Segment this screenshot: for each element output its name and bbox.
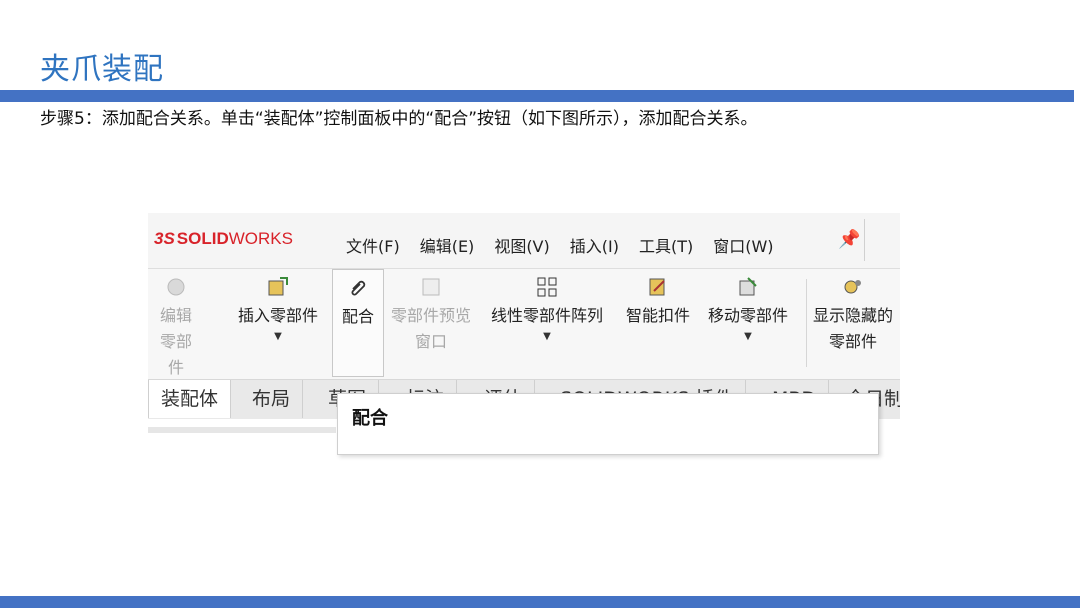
dropdown-arrow-icon[interactable]: ▼ xyxy=(698,331,798,342)
menu-divider xyxy=(864,219,865,261)
preview-window-icon xyxy=(422,278,440,296)
title-divider-bar xyxy=(0,90,1074,102)
dropdown-arrow-icon[interactable]: ▼ xyxy=(480,331,614,342)
command-manager: 编辑零部件 插入零部件 ▼ 配合 零部件预览窗口 线性零部件阵列 ▼ 智能扣件 xyxy=(148,269,900,379)
menu-file[interactable]: 文件(F) xyxy=(346,233,400,257)
footer-bar xyxy=(0,596,1080,608)
paperclip-icon xyxy=(351,280,366,296)
main-menu: 文件(F) 编辑(E) 视图(V) 插入(I) 工具(T) 窗口(W) xyxy=(346,233,774,257)
dropdown-arrow-icon[interactable]: ▼ xyxy=(228,331,328,342)
ds-logo-icon: 3S xyxy=(154,229,175,248)
menu-bar: 3S SOLID WORKS 文件(F) 编辑(E) 视图(V) 插入(I) 工… xyxy=(148,213,900,269)
mate-button[interactable]: 配合 xyxy=(332,269,384,377)
step-instruction: 步骤5：添加配合关系。单击“装配体”控制面板中的“配合”按钮（如下图所示），添加… xyxy=(40,109,758,129)
menu-view[interactable]: 视图(V) xyxy=(494,233,549,257)
menu-window[interactable]: 窗口(W) xyxy=(713,233,773,257)
edit-component-icon xyxy=(167,278,185,296)
linear-pattern-icon xyxy=(537,277,557,297)
show-hidden-icon xyxy=(844,280,861,294)
pin-icon[interactable]: 📌 xyxy=(838,229,860,250)
linear-pattern-button[interactable]: 线性零部件阵列 ▼ xyxy=(480,275,614,342)
insert-components-icon xyxy=(268,277,288,296)
menu-tools[interactable]: 工具(T) xyxy=(639,233,693,257)
menu-edit[interactable]: 编辑(E) xyxy=(420,233,475,257)
insert-components-button[interactable]: 插入零部件 ▼ xyxy=(228,275,328,342)
tooltip-title: 配合 xyxy=(352,408,388,429)
smart-fasteners-icon xyxy=(649,278,665,296)
panel-divider xyxy=(148,427,336,433)
tab-assembly[interactable]: 装配体 xyxy=(148,380,232,418)
move-component-icon xyxy=(739,277,757,296)
tab-layout[interactable]: 布局 xyxy=(240,380,304,418)
slide-title: 夹爪装配 xyxy=(40,52,164,87)
mate-tooltip: 配合 xyxy=(337,393,879,455)
move-component-button[interactable]: 移动零部件 ▼ xyxy=(698,275,798,342)
component-preview-button[interactable]: 零部件预览窗口 xyxy=(388,275,474,355)
edit-component-button[interactable]: 编辑零部件 xyxy=(154,275,198,381)
solidworks-logo: 3S SOLID WORKS xyxy=(154,229,293,248)
smart-fasteners-button[interactable]: 智能扣件 xyxy=(626,275,690,329)
ribbon-divider xyxy=(806,279,807,367)
show-hidden-components-button[interactable]: 显示隐藏的零部件 xyxy=(810,275,896,355)
menu-insert[interactable]: 插入(I) xyxy=(570,233,619,257)
